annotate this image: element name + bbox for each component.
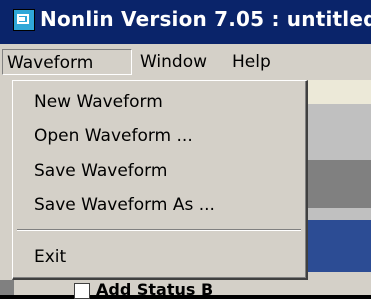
background-panel-strip <box>306 80 371 104</box>
menu-separator <box>17 229 301 231</box>
menu-window[interactable]: Window <box>136 49 211 75</box>
add-status-checkbox[interactable] <box>74 283 90 299</box>
menu-item-new-waveform[interactable]: New Waveform <box>34 89 163 115</box>
waveform-dropdown-menu: New Waveform Open Waveform ... Save Wave… <box>12 80 308 280</box>
menu-bar: Waveform Window Help <box>0 44 371 80</box>
background-panel-strip <box>306 104 371 160</box>
menu-help[interactable]: Help <box>228 49 275 75</box>
title-bar: Nonlin Version 7.05 : untitled <box>0 0 371 44</box>
app-icon[interactable] <box>13 9 35 31</box>
background-panel-strip <box>306 208 371 220</box>
menu-item-save-waveform-as[interactable]: Save Waveform As ... <box>34 192 215 218</box>
window-title: Nonlin Version 7.05 : untitled <box>40 7 371 31</box>
menu-item-save-waveform[interactable]: Save Waveform <box>34 158 167 184</box>
background-panel-strip <box>306 160 371 208</box>
menu-item-exit[interactable]: Exit <box>34 244 66 270</box>
background-edge <box>0 280 14 295</box>
menu-item-open-waveform[interactable]: Open Waveform ... <box>34 123 193 149</box>
background-selected-strip <box>306 220 371 272</box>
menu-waveform[interactable]: Waveform <box>2 49 132 75</box>
add-status-label: Add Status B <box>96 280 214 299</box>
